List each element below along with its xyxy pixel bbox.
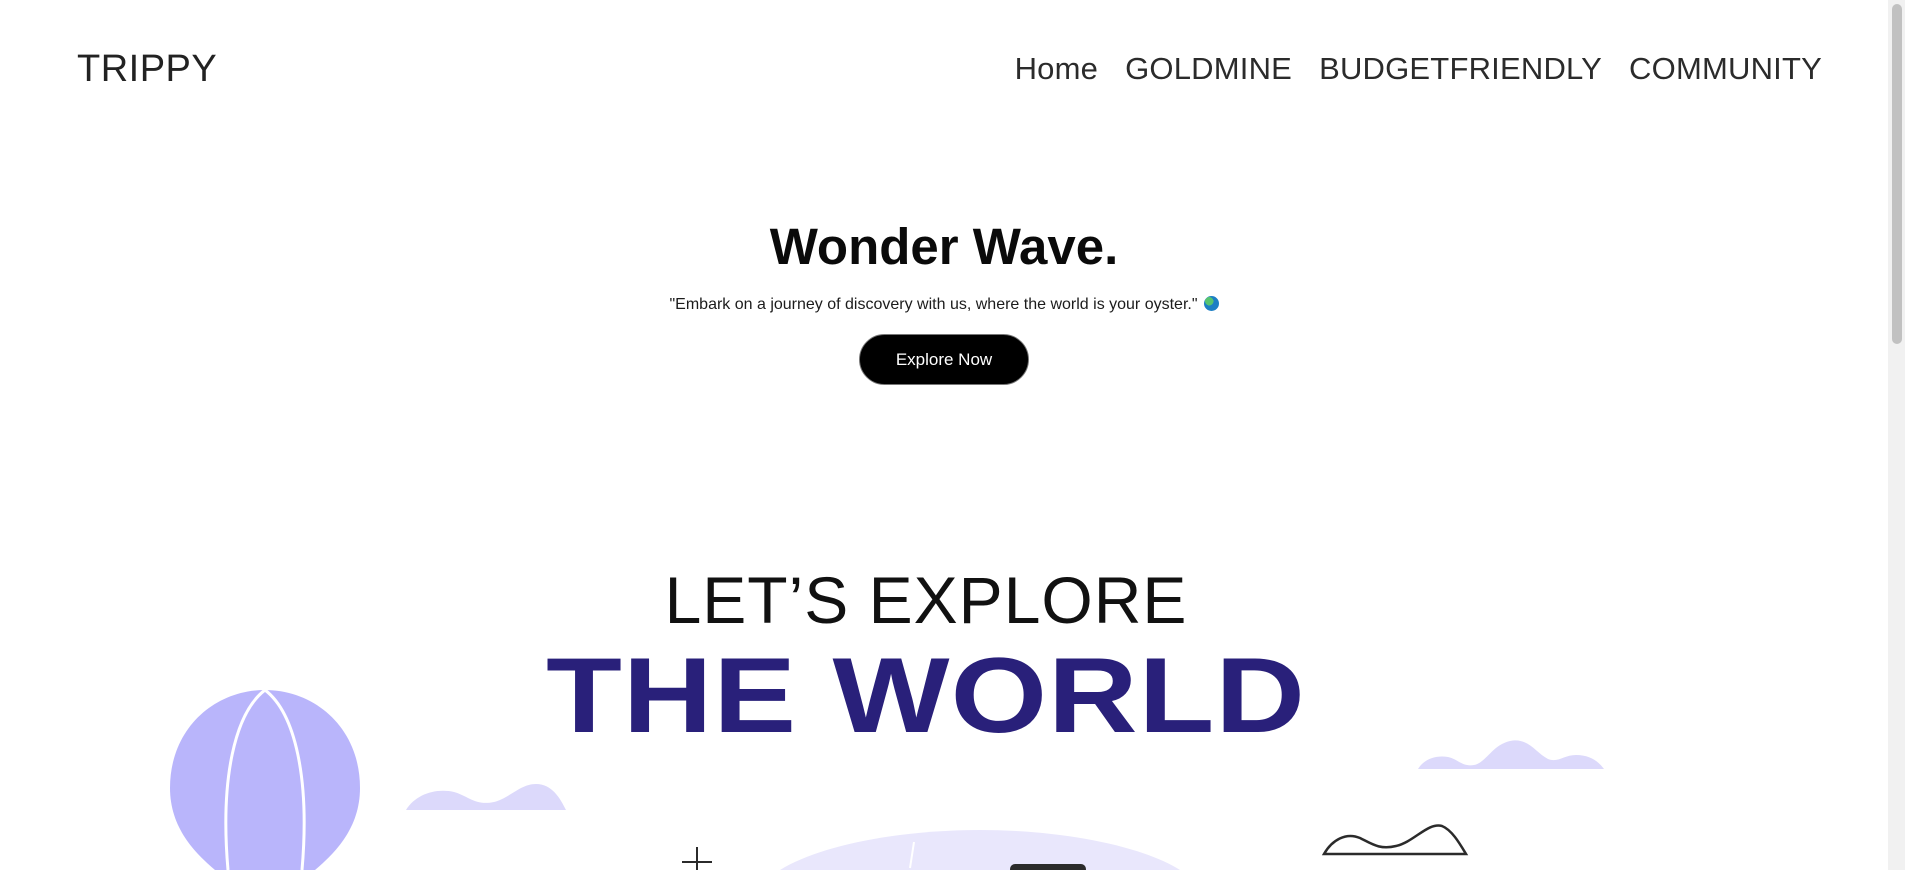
site-logo[interactable]: TRIPPY (77, 40, 217, 98)
globe-icon (1203, 296, 1219, 311)
page: TRIPPY Home GOLDMINE BUDGETFRIENDLY COMM… (0, 0, 1905, 870)
nav-item-budgetfriendly: BUDGETFRIENDLY (1319, 40, 1602, 98)
cloud-left-icon (406, 784, 566, 810)
hero-section: Wonder Wave. "Embark on a journey of dis… (0, 214, 1888, 385)
page-scrollbar-thumb[interactable] (1892, 4, 1902, 344)
explore-kicker: LET’S EXPLORE (664, 563, 1188, 637)
nav-link-budgetfriendly[interactable]: BUDGETFRIENDLY (1319, 51, 1602, 86)
nav-link-home[interactable]: Home (1015, 51, 1099, 86)
explore-now-button[interactable]: Explore Now (858, 334, 1030, 385)
sparkle-plus-icon (682, 847, 712, 870)
nav-item-community: COMMUNITY (1629, 40, 1822, 98)
hero-tagline: "Embark on a journey of discovery with u… (669, 296, 1198, 313)
top-navigation: TRIPPY Home GOLDMINE BUDGETFRIENDLY COMM… (0, 40, 1888, 98)
hero-title: Wonder Wave. (769, 218, 1119, 275)
nav-item-home: Home (1015, 40, 1099, 98)
nav-link-community[interactable]: COMMUNITY (1629, 51, 1822, 86)
cloud-right-icon (1418, 740, 1604, 769)
nav-links: Home GOLDMINE BUDGETFRIENDLY COMMUNITY (1015, 40, 1822, 98)
globe-dome-shape (780, 830, 1180, 870)
page-scrollbar-track[interactable] (1888, 0, 1905, 870)
hot-air-balloon-icon (170, 688, 360, 870)
mountain-outline-icon (1321, 824, 1469, 856)
nav-item-goldmine: GOLDMINE (1125, 40, 1292, 98)
nav-link-goldmine[interactable]: GOLDMINE (1125, 51, 1292, 86)
hero-tagline-row: "Embark on a journey of discovery with u… (0, 292, 1888, 318)
